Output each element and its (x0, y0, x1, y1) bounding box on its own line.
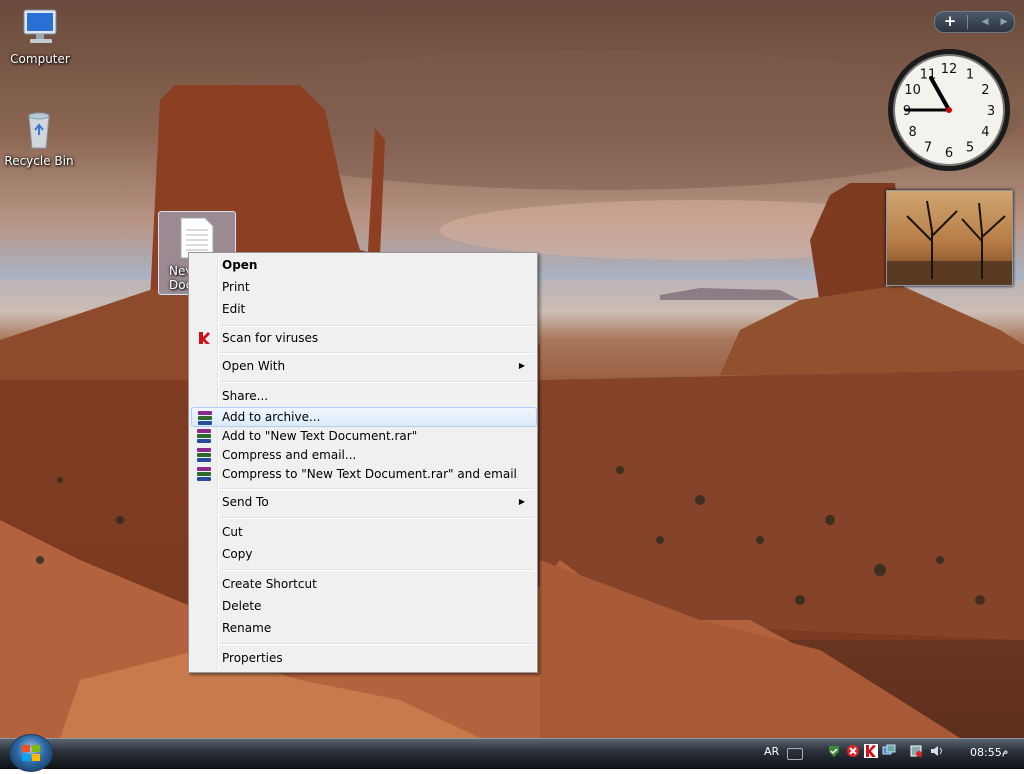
menu-item-add-to-archive[interactable]: Add to archive... (191, 407, 537, 427)
menu-item-cut[interactable]: Cut (191, 522, 535, 542)
winrar-icon (197, 467, 211, 481)
next-gadgets-button[interactable]: ▶ (995, 12, 1013, 32)
menu-item-print[interactable]: Print (191, 277, 535, 297)
clock-numeral: 10 (904, 83, 921, 98)
menu-item-open-with[interactable]: Open With ▶ (191, 356, 535, 376)
tree-photo (887, 200, 1012, 285)
menu-separator (220, 352, 533, 354)
windows-logo-icon (22, 745, 40, 761)
add-gadget-button[interactable]: + (941, 12, 959, 32)
previous-gadgets-button[interactable]: ◀ (976, 12, 994, 32)
menu-item-create-shortcut[interactable]: Create Shortcut (191, 574, 535, 594)
computer-icon (18, 6, 62, 50)
language-indicator[interactable]: AR (764, 745, 779, 758)
menu-item-send-to[interactable]: Send To ▶ (191, 492, 535, 512)
context-menu: Open Print Edit Scan for viruses Open Wi… (188, 252, 538, 673)
recycle-bin-label: Recycle Bin (4, 154, 74, 168)
kaspersky-icon (197, 331, 211, 345)
menu-separator (220, 517, 533, 519)
network-icon[interactable] (882, 744, 896, 758)
clock-gadget[interactable]: 121234567891011 (886, 47, 1012, 173)
menu-item-open[interactable]: Open (191, 255, 535, 275)
clock-numeral: 2 (981, 83, 989, 98)
clock-numeral: 1 (966, 68, 974, 83)
clock-numeral: 3 (987, 104, 995, 119)
volume-icon[interactable] (930, 744, 944, 758)
menu-separator (220, 643, 533, 645)
menu-item-compress-and-email[interactable]: Compress and email... (191, 445, 535, 465)
clock-numeral: 7 (924, 140, 932, 155)
winrar-icon (197, 429, 211, 443)
menu-item-delete[interactable]: Delete (191, 596, 535, 616)
menu-item-share[interactable]: Share... (191, 386, 535, 406)
shield-check-icon[interactable] (827, 744, 841, 758)
computer-label: Computer (10, 52, 70, 66)
clock-numeral: 8 (908, 125, 916, 140)
slideshow-gadget[interactable] (886, 190, 1013, 286)
clock-numeral: 4 (981, 125, 989, 140)
keyboard-icon[interactable] (787, 748, 803, 760)
sidebar-controls: + ◀ ▶ (934, 11, 1015, 33)
security-alert-icon[interactable] (846, 744, 860, 758)
menu-separator (220, 325, 533, 327)
submenu-arrow-icon: ▶ (518, 497, 525, 506)
winrar-icon (197, 448, 211, 462)
menu-item-add-to-rar[interactable]: Add to "New Text Document.rar" (191, 426, 535, 446)
submenu-arrow-icon: ▶ (518, 361, 525, 370)
clock-numeral: 6 (945, 146, 953, 161)
menu-item-rename[interactable]: Rename (191, 618, 535, 638)
start-button[interactable] (9, 734, 53, 772)
safely-remove-hardware-icon[interactable] (909, 744, 923, 758)
clock-numeral: 12 (941, 62, 958, 77)
antivirus-icon[interactable] (864, 744, 878, 758)
clock-time[interactable]: 08:55 (970, 746, 1002, 759)
recycle-bin-desktop-icon[interactable]: Recycle Bin (3, 108, 75, 168)
computer-desktop-icon[interactable]: Computer (4, 6, 76, 66)
menu-separator (220, 569, 533, 571)
winrar-icon (198, 411, 212, 425)
menu-item-copy[interactable]: Copy (191, 544, 535, 564)
menu-item-edit[interactable]: Edit (191, 299, 535, 319)
recycle-bin-icon (17, 108, 61, 152)
menu-item-compress-to-rar-and-email[interactable]: Compress to "New Text Document.rar" and … (191, 464, 535, 484)
clock-numeral: 5 (966, 140, 974, 155)
clock-ampm: م (1002, 746, 1009, 757)
menu-item-scan-for-viruses[interactable]: Scan for viruses (191, 328, 535, 348)
menu-item-properties[interactable]: Properties (191, 648, 535, 668)
menu-separator (220, 488, 533, 490)
menu-separator (220, 381, 533, 383)
sidebar-divider (967, 15, 968, 29)
